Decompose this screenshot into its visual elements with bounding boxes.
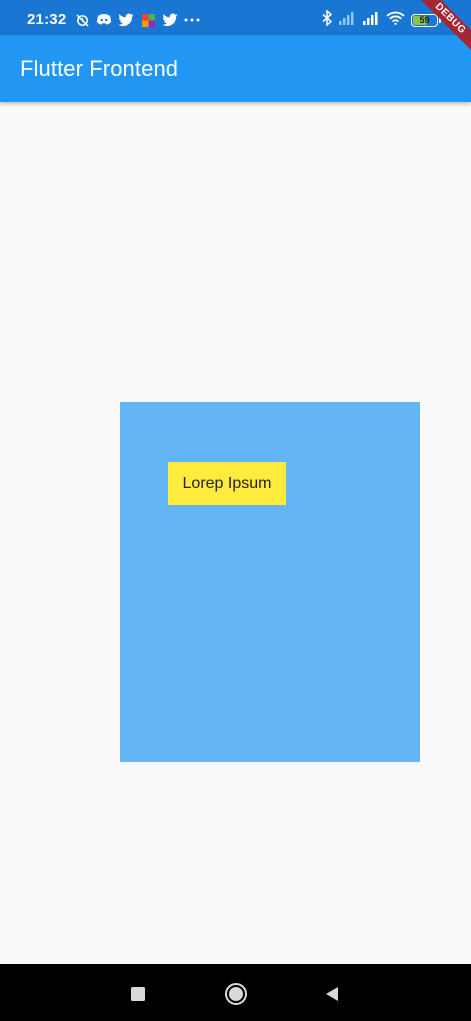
- triangle-back-icon: [326, 987, 338, 1001]
- status-system-icons: 59: [322, 8, 441, 31]
- lorem-label-text: Lorep Ipsum: [182, 474, 272, 492]
- app-title: Flutter Frontend: [20, 56, 179, 81]
- circle-icon: [225, 983, 247, 1005]
- status-bar: 21:32 59: [0, 0, 471, 35]
- lorem-label-box: Lorep Ipsum: [168, 462, 286, 505]
- signal-weak-icon: [338, 11, 356, 30]
- home-button[interactable]: [222, 980, 250, 1008]
- battery-level-text: 59: [419, 15, 430, 25]
- status-time: 21:32: [27, 11, 67, 28]
- main-content: Lorep Ipsum: [0, 102, 471, 964]
- more-dots-icon: [184, 12, 200, 28]
- back-button[interactable]: [318, 980, 346, 1008]
- status-notification-icons: [74, 12, 200, 28]
- square-icon: [131, 987, 145, 1001]
- navigation-bar: [0, 964, 471, 1021]
- bluetooth-icon: [322, 8, 333, 31]
- twitter-icon: [162, 12, 178, 28]
- signal-icon: [362, 11, 380, 30]
- app-icon: [140, 12, 156, 28]
- blue-container: Lorep Ipsum: [120, 402, 420, 762]
- twitter-icon: [118, 12, 134, 28]
- recents-button[interactable]: [124, 980, 152, 1008]
- discord-icon: [96, 12, 112, 28]
- alarm-off-icon: [74, 12, 90, 28]
- app-bar: Flutter Frontend: [0, 35, 471, 102]
- battery-icon: 59: [411, 13, 438, 27]
- wifi-icon: [386, 11, 405, 30]
